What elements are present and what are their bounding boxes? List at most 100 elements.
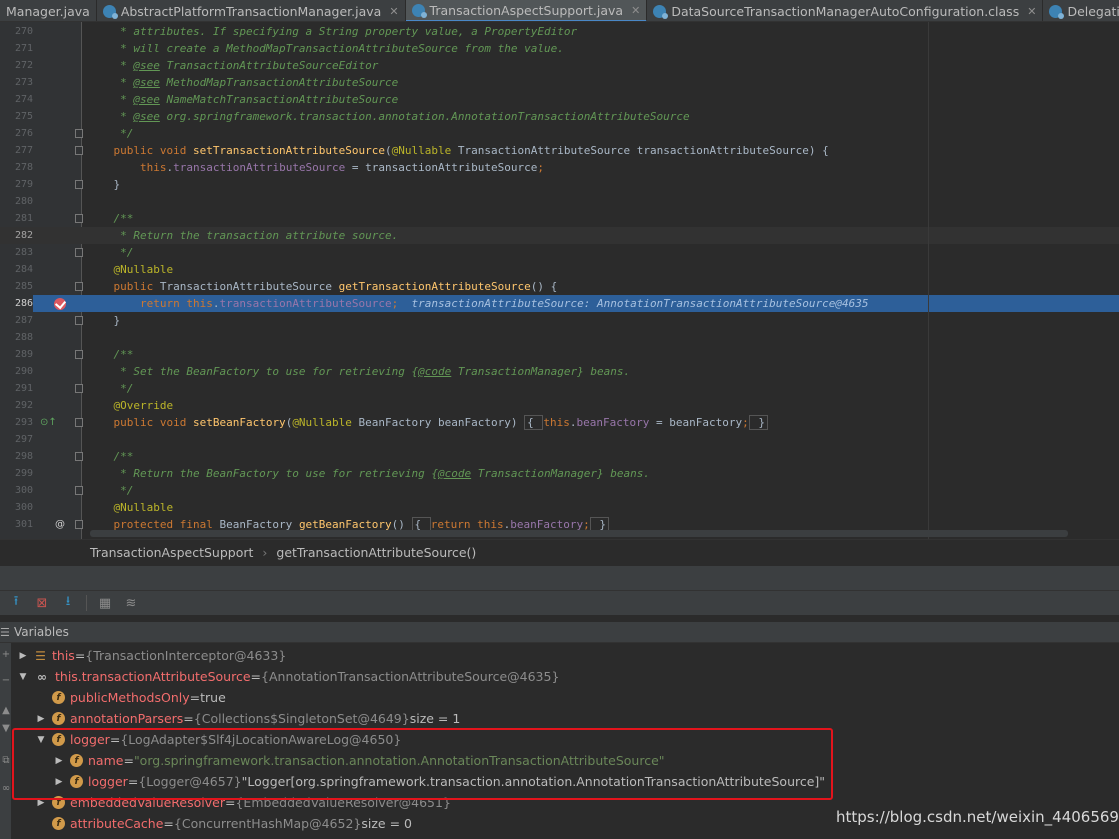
editor-tab[interactable]: TransactionAspectSupport.java ✕ [405, 0, 648, 21]
variable-row[interactable]: ▶ f logger = {Logger@4657} "Logger[org.spr… [12, 771, 1119, 792]
code-line[interactable]: 291 */ [0, 380, 1119, 397]
expand-icon[interactable]: ▶ [36, 714, 46, 724]
code-line[interactable]: 300 @Nullable [0, 499, 1119, 516]
variable-extra: size = 1 [409, 711, 461, 726]
code-text: */ [87, 482, 133, 499]
code-line[interactable]: 273 * @see MethodMapTransactionAttribute… [0, 74, 1119, 91]
variable-row[interactable]: ▶ f name = "org.springframework.transactio… [12, 750, 1119, 771]
code-line[interactable]: 300 */ [0, 482, 1119, 499]
code-text: * Set the BeanFactory to use for retriev… [87, 363, 630, 380]
breakpoint-icon[interactable] [54, 298, 66, 310]
editor-tab[interactable]: AbstractPlatformTransactionManager.java ✕ [97, 0, 406, 21]
code-line[interactable]: 297 [0, 431, 1119, 448]
copy-value-icon[interactable]: ⧉ [1, 755, 11, 766]
code-line[interactable]: 298 /** [0, 448, 1119, 465]
close-icon[interactable]: ✕ [389, 5, 398, 18]
fold-marker-icon[interactable] [75, 520, 83, 529]
code-line[interactable]: 290 * Set the BeanFactory to use for ret… [0, 363, 1119, 380]
code-line[interactable]: 299 * Return the BeanFactory to use for … [0, 465, 1119, 482]
code-token: { [524, 415, 544, 430]
annotation-icon[interactable]: @ [54, 519, 66, 531]
editor-tab[interactable]: DelegatingTransa [1043, 0, 1119, 21]
fold-marker-icon[interactable] [75, 282, 83, 291]
code-line[interactable]: 277 public void setTransactionAttributeS… [0, 142, 1119, 159]
code-line[interactable]: 289 /** [0, 346, 1119, 363]
code-line[interactable]: 275 * @see org.springframework.transacti… [0, 108, 1119, 125]
code-line[interactable]: 288 [0, 329, 1119, 346]
line-number: 282 [14, 230, 33, 241]
fold-marker-icon[interactable] [75, 146, 83, 155]
java-class-file-icon [411, 3, 427, 18]
code-line[interactable]: 285 public TransactionAttributeSource ge… [0, 278, 1119, 295]
code-line[interactable]: 278 this.transactionAttributeSource = tr… [0, 159, 1119, 176]
fold-marker-icon[interactable] [75, 214, 83, 223]
fold-marker-icon[interactable] [75, 418, 83, 427]
override-method-icon[interactable]: ⊙↑ [40, 417, 57, 429]
breadcrumb-class[interactable]: TransactionAspectSupport [90, 545, 253, 560]
fold-marker-icon[interactable] [75, 316, 83, 325]
variable-row[interactable]: ▶ ☰ this = {TransactionInterceptor@4633} [12, 645, 1119, 666]
move-up-icon[interactable]: ▲ [1, 705, 11, 716]
editor-tab[interactable]: Manager.java [0, 0, 97, 21]
code-line[interactable]: 272 * @see TransactionAttributeSourceEdi… [0, 57, 1119, 74]
fold-marker-icon[interactable] [75, 180, 83, 189]
expand-icon[interactable]: ▶ [36, 798, 46, 808]
horizontal-scrollbar[interactable] [90, 530, 1068, 537]
variable-name: annotationParsers [70, 711, 184, 726]
expand-icon[interactable]: ▶ [18, 651, 28, 661]
variable-row[interactable]: ▼ f logger = {LogAdapter$Slf4jLocationAwar… [12, 729, 1119, 750]
collapse-icon[interactable]: ▼ [18, 672, 28, 682]
trace-icon[interactable]: ≋ [121, 593, 141, 613]
code-line[interactable]: 287 } [0, 312, 1119, 329]
breadcrumb-method[interactable]: getTransactionAttributeSource() [276, 545, 476, 560]
code-line[interactable]: 284 @Nullable [0, 261, 1119, 278]
fold-marker-icon[interactable] [75, 129, 83, 138]
variable-row[interactable]: ▶ f annotationParsers = {Collections$Singl… [12, 708, 1119, 729]
field-icon: f [70, 775, 83, 788]
code-line[interactable]: 279 } [0, 176, 1119, 193]
code-line[interactable]: 280 [0, 193, 1119, 210]
code-token: TransactionManager} beans. [471, 467, 650, 480]
code-line[interactable]: 293 ⊙↑ public void setBeanFactory(@Nullab… [0, 414, 1119, 431]
variables-header: ☰ Variables [0, 622, 1119, 643]
close-icon[interactable]: ✕ [631, 4, 640, 17]
code-line[interactable]: 286 return this.transactionAttributeSour… [0, 295, 1119, 312]
code-token: * [87, 76, 134, 89]
code-text: public void setTransactionAttributeSourc… [87, 142, 828, 159]
fold-marker-icon[interactable] [75, 384, 83, 393]
variable-row[interactable]: ▼ ∞ this.transactionAttributeSource = {Ann… [12, 666, 1119, 687]
watches-icon[interactable]: ∞ [1, 783, 11, 794]
show-execution-point-icon[interactable]: ⭱ [6, 593, 26, 613]
code-token: @Nullable [87, 263, 174, 276]
watermark: https://blog.csdn.net/weixin_44065695 [836, 808, 1119, 826]
remove-watch-icon[interactable]: − [1, 675, 11, 686]
code-line[interactable]: 283 */ [0, 244, 1119, 261]
code-line[interactable]: 271 * will create a MethodMapTransaction… [0, 40, 1119, 57]
code-text: * @see org.springframework.transaction.a… [87, 108, 690, 125]
code-line[interactable]: 270 * attributes. If specifying a String… [0, 23, 1119, 40]
editor-tab[interactable]: DataSourceTransactionManagerAutoConfigur… [647, 0, 1044, 21]
collapse-icon[interactable]: ▼ [36, 735, 46, 745]
fold-marker-icon[interactable] [75, 486, 83, 495]
code-line[interactable]: 274 * @see NameMatchTransactionAttribute… [0, 91, 1119, 108]
add-watch-icon[interactable]: + [1, 649, 11, 660]
code-line[interactable]: 282 * Return the transaction attribute s… [0, 227, 1119, 244]
code-line[interactable]: 281 /** [0, 210, 1119, 227]
drop-frame-icon[interactable]: ⊠ [32, 593, 52, 613]
tab-label: AbstractPlatformTransactionManager.java [120, 3, 382, 19]
close-icon[interactable]: ✕ [1027, 5, 1036, 18]
move-down-icon[interactable]: ▼ [1, 723, 11, 734]
fold-marker-icon[interactable] [75, 452, 83, 461]
evaluate-expression-icon[interactable]: ▦ [95, 593, 115, 613]
code-editor[interactable]: 270 * attributes. If specifying a String… [0, 22, 1119, 539]
expand-icon[interactable]: ▶ [54, 777, 64, 787]
line-number: 287 [14, 315, 33, 326]
fold-marker-icon[interactable] [75, 248, 83, 257]
code-line[interactable]: 276 */ [0, 125, 1119, 142]
expand-icon[interactable]: ▶ [54, 756, 64, 766]
step-into-icon[interactable]: ⭳ [58, 593, 78, 613]
code-line[interactable]: 292 @Override [0, 397, 1119, 414]
variable-row[interactable]: f publicMethodsOnly = true [12, 687, 1119, 708]
watch-icon: ∞ [37, 669, 47, 684]
fold-marker-icon[interactable] [75, 350, 83, 359]
